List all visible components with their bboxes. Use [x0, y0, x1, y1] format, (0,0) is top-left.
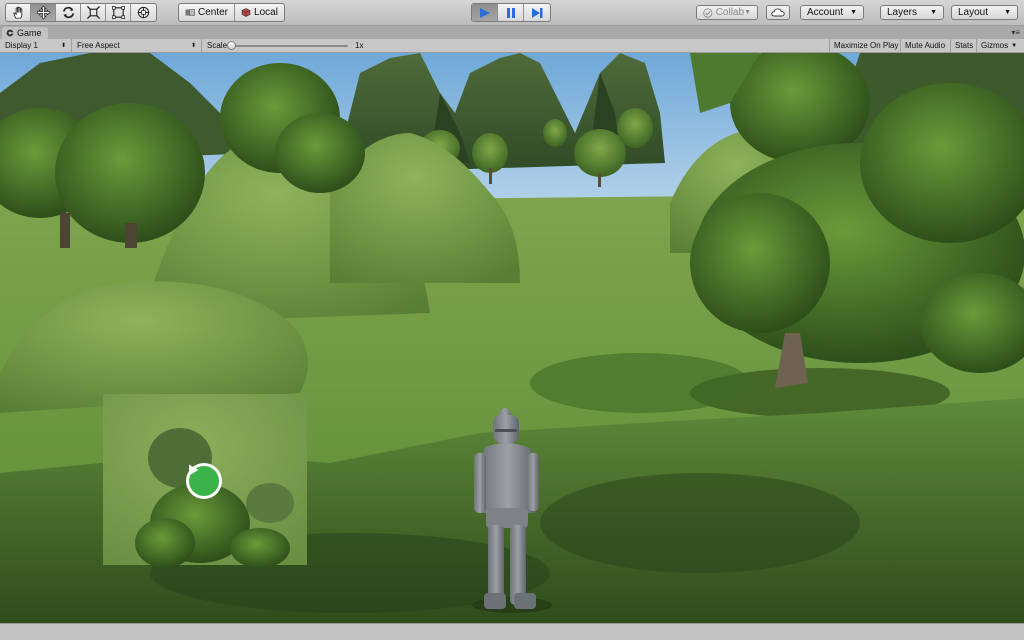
maximize-on-play-toggle[interactable]: Maximize On Play — [829, 39, 902, 52]
scale-icon — [86, 5, 100, 20]
display-label: Display 1 — [5, 41, 38, 50]
tab-menu-icon[interactable]: ▾≡ — [1011, 28, 1020, 37]
account-dropdown[interactable]: Account ▼ — [800, 5, 864, 20]
scale-tool-button[interactable] — [81, 4, 106, 21]
scale-value: 1x — [355, 41, 364, 50]
scale-slider-track[interactable] — [230, 45, 348, 47]
hand-tool-button[interactable] — [6, 4, 31, 21]
cloud-icon — [771, 8, 785, 17]
pivot-center-label: Center — [198, 7, 229, 18]
pause-icon — [506, 7, 515, 18]
game-controller-icon — [6, 29, 14, 37]
layout-dropdown[interactable]: Layout ▼ — [951, 5, 1018, 20]
rect-icon — [111, 6, 125, 19]
chevron-updown-icon: ⬍ — [60, 43, 66, 49]
chevron-down-icon: ▼ — [1011, 42, 1018, 49]
cloud-services-button[interactable] — [766, 5, 790, 20]
play-button[interactable] — [472, 4, 498, 21]
collab-dropdown[interactable]: Collab ▼ — [696, 5, 758, 20]
pivot-center-button[interactable]: Center — [179, 4, 236, 21]
rect-tool-button[interactable] — [106, 4, 131, 21]
window-tab-bar: Game ▾≡ — [0, 26, 1024, 39]
tab-game[interactable]: Game — [2, 27, 48, 39]
aspect-label: Free Aspect — [77, 41, 120, 50]
step-icon — [532, 7, 543, 18]
chevron-updown-icon: ⬍ — [190, 43, 196, 49]
status-bar — [0, 623, 1024, 640]
layout-label: Layout — [958, 7, 989, 18]
layers-label: Layers — [887, 7, 918, 18]
play-icon — [479, 7, 490, 18]
pause-button[interactable] — [498, 4, 524, 21]
main-toolbar: Center Local Collab ▼ Account ▼ Layers ▼… — [0, 0, 1024, 26]
chevron-down-icon: ▼ — [1004, 9, 1011, 16]
rotate-tool-button[interactable] — [56, 4, 81, 21]
chevron-down-icon: ▼ — [744, 9, 751, 16]
pivot-local-label: Local — [254, 7, 278, 18]
transform-tools — [5, 3, 157, 22]
playback-controls — [471, 3, 551, 22]
pivot-toggle-group: Center Local — [178, 3, 285, 22]
play-circle-icon[interactable] — [186, 463, 222, 499]
collab-label: Collab — [715, 7, 745, 18]
step-button[interactable] — [524, 4, 550, 21]
check-icon — [703, 7, 713, 18]
display-dropdown[interactable]: Display 1 ⬍ — [0, 39, 72, 52]
gizmos-dropdown[interactable]: Gizmos ▼ — [976, 39, 1024, 52]
rotate-icon — [62, 6, 74, 19]
hand-icon — [12, 6, 22, 19]
move-icon — [35, 5, 51, 20]
stats-toggle[interactable]: Stats — [950, 39, 977, 52]
mute-audio-toggle[interactable]: Mute Audio — [900, 39, 949, 52]
move-tool-button[interactable] — [31, 4, 56, 21]
local-space-icon — [241, 8, 251, 17]
game-view-controls: Display 1 ⬍ Free Aspect ⬍ Scale 1x Maxim… — [0, 39, 1024, 53]
scale-slider-thumb[interactable] — [227, 41, 236, 50]
pivot-local-button[interactable]: Local — [235, 4, 284, 21]
play-circle-inner — [189, 464, 219, 496]
aspect-dropdown[interactable]: Free Aspect ⬍ — [72, 39, 202, 52]
chevron-down-icon: ▼ — [930, 9, 937, 16]
transform-tool-button[interactable] — [131, 4, 156, 21]
game-viewport[interactable] — [0, 53, 1024, 623]
terrain-scene — [0, 53, 1024, 623]
account-label: Account — [807, 7, 844, 18]
chevron-down-icon: ▼ — [850, 9, 857, 16]
pivot-center-icon — [185, 9, 195, 16]
play-triangle-icon — [189, 464, 199, 476]
layers-dropdown[interactable]: Layers ▼ — [880, 5, 944, 20]
transform-icon — [137, 6, 150, 19]
tab-game-label: Game — [17, 28, 42, 38]
